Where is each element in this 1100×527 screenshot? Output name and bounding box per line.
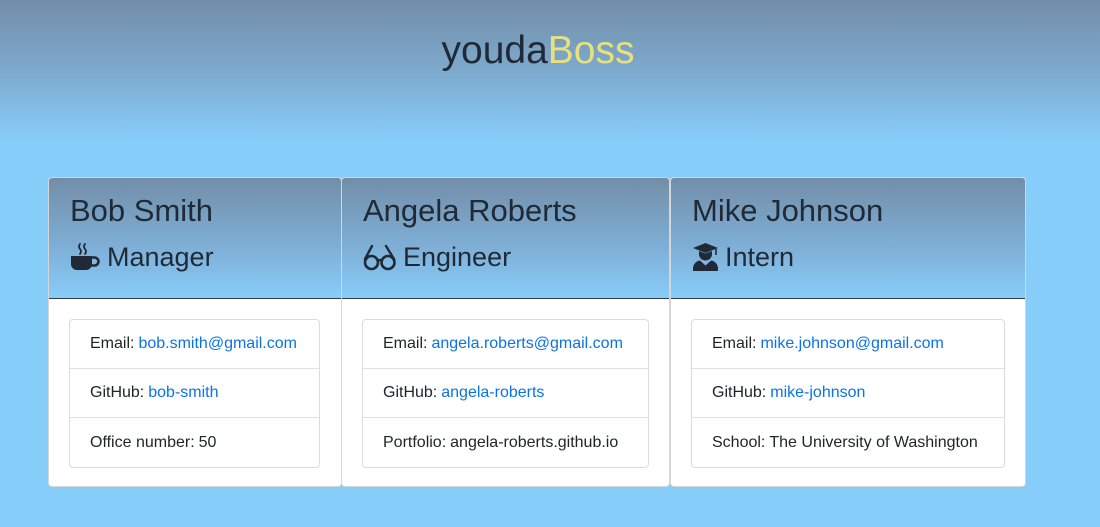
graduate-icon <box>692 242 719 272</box>
employee-card-intern: Mike Johnson Intern Email: mike.johnson@… <box>670 177 1026 487</box>
github-label: GitHub: <box>712 384 767 401</box>
glasses-icon <box>363 242 396 272</box>
office-number-value: 50 <box>198 433 217 451</box>
brand-title: youdaBoss <box>0 28 1076 74</box>
employee-role: Engineer <box>403 242 512 272</box>
employee-card-manager: Bob Smith Manager Email: bob.smith@gmail… <box>48 177 342 487</box>
list-item-email: Email: bob.smith@gmail.com <box>70 320 319 369</box>
card-header: Angela Roberts Engineer <box>342 178 669 299</box>
list-item-portfolio: Portfolio: angela-roberts.github.io <box>363 418 648 467</box>
role-row: Engineer <box>363 238 669 276</box>
office-number-label: Office number: <box>90 433 195 451</box>
list-item-school: School: The University of Washington <box>692 418 1004 467</box>
github-link[interactable]: angela-roberts <box>441 384 544 402</box>
brand-text: youda <box>441 29 548 72</box>
portfolio-label: Portfolio: <box>383 433 447 451</box>
employee-role: Intern <box>725 242 795 272</box>
coffee-mug-icon <box>70 242 100 272</box>
employee-details-list: Email: bob.smith@gmail.com GitHub: bob-s… <box>69 319 320 468</box>
email-link[interactable]: angela.roberts@gmail.com <box>431 335 622 353</box>
employee-card-engineer: Angela Roberts Engineer Email: angela.ro… <box>341 177 670 487</box>
github-label: GitHub: <box>383 384 438 401</box>
page-header: youdaBoss <box>0 0 1100 140</box>
employee-name: Mike Johnson <box>692 193 884 228</box>
list-item-office-number: Office number: 50 <box>70 418 319 467</box>
employee-role: Manager <box>107 242 214 272</box>
school-label: School: <box>712 433 766 451</box>
portfolio-value: angela-roberts.github.io <box>450 433 619 451</box>
github-link[interactable]: bob-smith <box>148 384 218 402</box>
role-row: Intern <box>692 238 1025 276</box>
card-header: Mike Johnson Intern <box>671 178 1025 299</box>
github-link[interactable]: mike-johnson <box>770 384 865 402</box>
list-item-github: GitHub: mike-johnson <box>692 369 1004 418</box>
card-header: Bob Smith Manager <box>49 178 341 299</box>
email-label: Email: <box>90 335 135 352</box>
brand-accent-text: Boss <box>547 29 635 72</box>
list-item-email: Email: mike.johnson@gmail.com <box>692 320 1004 369</box>
employee-details-list: Email: mike.johnson@gmail.com GitHub: mi… <box>691 319 1005 468</box>
role-row: Manager <box>70 238 341 276</box>
employee-name: Bob Smith <box>70 193 214 228</box>
email-label: Email: <box>712 335 757 352</box>
employee-details-list: Email: angela.roberts@gmail.com GitHub: … <box>362 319 649 468</box>
employee-name: Angela Roberts <box>363 193 577 228</box>
email-label: Email: <box>383 335 428 352</box>
email-link[interactable]: mike.johnson@gmail.com <box>760 335 943 353</box>
list-item-github: GitHub: angela-roberts <box>363 369 648 418</box>
github-label: GitHub: <box>90 384 145 401</box>
list-item-github: GitHub: bob-smith <box>70 369 319 418</box>
list-item-email: Email: angela.roberts@gmail.com <box>363 320 648 369</box>
email-link[interactable]: bob.smith@gmail.com <box>138 335 297 353</box>
school-value: The University of Washington <box>769 433 978 451</box>
